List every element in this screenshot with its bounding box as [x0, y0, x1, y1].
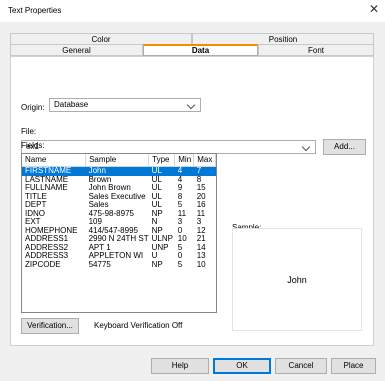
- col-header-type[interactable]: Type: [148, 154, 176, 167]
- origin-label: Origin:: [21, 103, 45, 112]
- field-cell-name: ZIPCODE: [25, 259, 61, 269]
- close-icon[interactable]: ✕: [369, 2, 379, 16]
- field-cell-max: 10: [196, 259, 206, 269]
- fields-header-row: Name Sample Type Min Max: [22, 154, 216, 167]
- fields-list[interactable]: Name Sample Type Min Max FIRSTNAME John UL…: [21, 153, 217, 313]
- origin-value: Database: [54, 100, 89, 109]
- add-button[interactable]: Add...: [323, 139, 366, 155]
- tab-data[interactable]: Data: [143, 44, 258, 56]
- col-header-name[interactable]: Name: [22, 154, 87, 167]
- place-button[interactable]: Place: [331, 358, 376, 374]
- col-header-sample[interactable]: Sample: [85, 154, 150, 167]
- cancel-button[interactable]: Cancel: [275, 358, 327, 374]
- tab-font[interactable]: Font: [258, 44, 374, 56]
- ok-button[interactable]: OK: [213, 358, 271, 374]
- col-header-max[interactable]: Max: [193, 154, 216, 167]
- chevron-down-icon: [186, 100, 196, 110]
- title-bar: Text Properties ✕: [0, 0, 385, 22]
- fields-label: Fields:: [21, 141, 45, 150]
- sample-value: John: [287, 275, 307, 285]
- file-label: File:: [21, 127, 37, 136]
- verification-button[interactable]: Verification...: [21, 318, 79, 334]
- help-button[interactable]: Help: [151, 358, 209, 374]
- field-row[interactable]: TITLE Sales Executive UL 8 20: [22, 192, 216, 202]
- field-row[interactable]: IDNO 475-98-8975 NP 11 11: [22, 209, 216, 219]
- col-header-min[interactable]: Min: [174, 154, 195, 167]
- verification-status: Keyboard Verification Off: [94, 321, 183, 330]
- origin-select[interactable]: Database: [49, 98, 201, 112]
- tab-row-front: General Data Font: [10, 44, 374, 56]
- file-select[interactable]: ex1: [21, 140, 316, 154]
- tab-general[interactable]: General: [10, 44, 143, 56]
- field-cell-min: 5: [177, 259, 183, 269]
- field-cell-type: NP: [151, 259, 163, 269]
- field-row[interactable]: ZIPCODE 54775 NP 5 10: [22, 259, 216, 270]
- field-cell-sample: 54775: [88, 259, 111, 269]
- window-title: Text Properties: [8, 6, 62, 15]
- chevron-down-icon: [301, 142, 311, 152]
- sample-preview: John: [232, 228, 362, 331]
